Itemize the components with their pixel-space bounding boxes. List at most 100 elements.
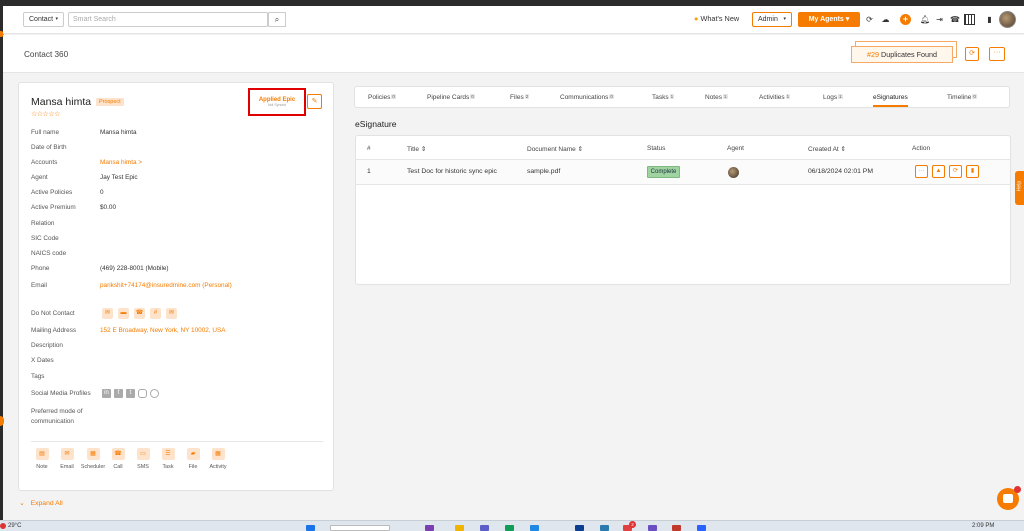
tab-policies[interactable]: Policies 0 <box>368 94 396 101</box>
tab-timeline[interactable]: Timeline 0 <box>947 94 977 101</box>
tab-activities-count: 1 <box>785 94 791 99</box>
app-icon-blue[interactable] <box>530 525 539 531</box>
teams-app-icon[interactable] <box>480 525 489 531</box>
smart-search-input[interactable]: Smart Search <box>68 12 268 27</box>
start-icon[interactable] <box>306 525 315 531</box>
document-icon[interactable]: ▮ <box>985 15 994 24</box>
tab-files[interactable]: Files 2 <box>510 94 530 101</box>
field-label-agent: Agent <box>31 174 48 181</box>
add-new-icon[interactable]: + <box>900 14 911 25</box>
tab-communications-count: 0 <box>609 94 614 99</box>
action-note-label: Note <box>36 464 48 470</box>
action-sms[interactable]: ▭ SMS <box>130 448 156 470</box>
action-call-label: Call <box>113 464 123 470</box>
rating-stars[interactable]: ☆☆☆☆☆ <box>31 110 60 118</box>
call-toggle-icon[interactable]: ☎ <box>134 308 145 319</box>
more-options-button[interactable]: ··· <box>989 47 1005 61</box>
action-note[interactable]: ▤ Note <box>29 448 55 470</box>
app-icon-green[interactable] <box>505 525 514 531</box>
cloud-sync-icon[interactable]: ☁ <box>881 15 890 24</box>
app-icon-purple[interactable] <box>648 525 657 531</box>
my-agents-button[interactable]: My Agents ▾ <box>798 12 860 27</box>
sync-button[interactable]: ⟳ <box>965 47 979 61</box>
search-icon[interactable]: ⌕ <box>268 12 286 27</box>
globe-icon[interactable] <box>150 389 159 398</box>
app-icon-teal[interactable] <box>600 525 609 531</box>
chevron-down-icon: ▾ <box>845 16 850 23</box>
sms-toggle-icon[interactable]: ▬ <box>118 308 129 319</box>
fax-toggle-icon[interactable]: # <box>150 308 161 319</box>
action-scheduler[interactable]: ▦ Scheduler <box>80 448 106 470</box>
phone-icon[interactable]: ☎ <box>950 15 960 24</box>
user-avatar[interactable] <box>999 11 1016 28</box>
bell-icon[interactable]: 🔔︎ <box>920 15 930 24</box>
col-header-document[interactable]: Document Name ⇕ <box>527 145 583 153</box>
folder-app-icon[interactable] <box>455 525 464 531</box>
my-agents-label: My Agents <box>808 16 844 23</box>
field-value-phone[interactable]: (469) 228-8001 (Mobile) <box>100 265 169 272</box>
row-delete-button[interactable]: ▮ <box>966 165 979 178</box>
weather-temp: 29°C <box>8 523 22 529</box>
tab-pipeline-cards[interactable]: Pipeline Cards 0 <box>427 94 475 101</box>
col-header-created[interactable]: Created At ⇕ <box>808 145 846 153</box>
tab-communications[interactable]: Communications 0 <box>560 94 614 101</box>
entity-select[interactable]: Contact ▾ <box>23 12 64 27</box>
tab-notes[interactable]: Notes 1 <box>705 94 728 101</box>
side-help-label: Help <box>1016 180 1023 192</box>
row-resend-button[interactable]: ⟳ <box>949 165 962 178</box>
top-header: Contact ▾ Smart Search ⌕ ● What's New Ad… <box>3 6 1024 34</box>
field-label-active-policies: Active Policies <box>31 189 73 196</box>
expand-all-toggle[interactable]: ⌄ Expand All <box>19 499 63 507</box>
apps-grid-icon[interactable] <box>964 14 975 25</box>
action-activity[interactable]: ▦ Activity <box>205 448 231 470</box>
calendar-icon: ▦ <box>86 448 100 460</box>
row-more-button[interactable]: ··· <box>915 165 928 178</box>
refresh-icon[interactable]: ⟳ <box>865 15 874 24</box>
chat-icon <box>1003 494 1013 503</box>
tab-pipeline-label: Pipeline Cards <box>427 94 470 101</box>
flame-icon: ● <box>694 14 699 23</box>
edit-contact-button[interactable]: ✎ <box>307 94 322 109</box>
action-email[interactable]: ✉ Email <box>54 448 80 470</box>
tab-activities[interactable]: Activities 1 <box>759 94 791 101</box>
chat-widget-button[interactable] <box>997 486 1021 510</box>
app-icon[interactable] <box>425 525 434 531</box>
taskbar-search[interactable] <box>330 525 390 531</box>
status-badge: Prospect <box>96 98 124 106</box>
row-sign-button[interactable]: ▲ <box>932 165 945 178</box>
chat-unread-badge <box>1014 486 1021 493</box>
field-label-social-media: Social Media Profiles <box>31 390 91 397</box>
role-select[interactable]: Admin ▾ <box>752 12 792 27</box>
logout-icon[interactable]: ⇥ <box>935 15 944 24</box>
col-header-title[interactable]: Title ⇕ <box>407 145 426 153</box>
row-document: sample.pdf <box>527 168 561 175</box>
row-title-link[interactable]: Test Doc for historic sync epic <box>407 168 497 175</box>
instagram-icon[interactable] <box>138 389 147 398</box>
app-icon-navy[interactable] <box>575 525 584 531</box>
field-value-full-name: Mansa himta <box>100 129 137 136</box>
linkedin-icon[interactable]: in <box>102 389 111 398</box>
action-task[interactable]: ☰ Task <box>155 448 181 470</box>
app-icon-chrome[interactable] <box>672 525 681 531</box>
chevron-down-icon: ⌄ <box>19 500 25 507</box>
mail-toggle-icon[interactable]: ✉ <box>166 308 177 319</box>
email-toggle-icon[interactable]: ✉ <box>102 308 113 319</box>
tab-esignatures[interactable]: eSignatures <box>873 94 908 107</box>
activity-icon: ▦ <box>211 448 225 460</box>
whats-new-link[interactable]: ● What's New <box>694 14 739 23</box>
tab-logs[interactable]: Logs 1 <box>823 94 843 101</box>
duplicates-found-button[interactable]: #29 Duplicates Found <box>851 46 953 63</box>
action-file[interactable]: ▰ File <box>180 448 206 470</box>
tab-tasks[interactable]: Tasks 1 <box>652 94 675 101</box>
applied-epic-badge[interactable]: Applied Epic Not Synced <box>248 88 306 116</box>
facebook-icon[interactable]: f <box>114 389 123 398</box>
accounts-link[interactable]: Mansa himta > <box>100 159 142 166</box>
side-help-tab[interactable]: Help <box>1015 171 1024 205</box>
mailing-address-link[interactable]: 152 E Broadway, New York, NY 10002, USA <box>100 327 226 334</box>
twitter-icon[interactable]: t <box>126 389 135 398</box>
row-num: 1 <box>367 168 371 175</box>
app-icon-vs[interactable] <box>697 525 706 531</box>
action-activity-label: Activity <box>209 464 227 470</box>
email-link[interactable]: parikshit+74174@insuredmine.com (Persona… <box>100 282 232 289</box>
action-call[interactable]: ☎ Call <box>105 448 131 470</box>
